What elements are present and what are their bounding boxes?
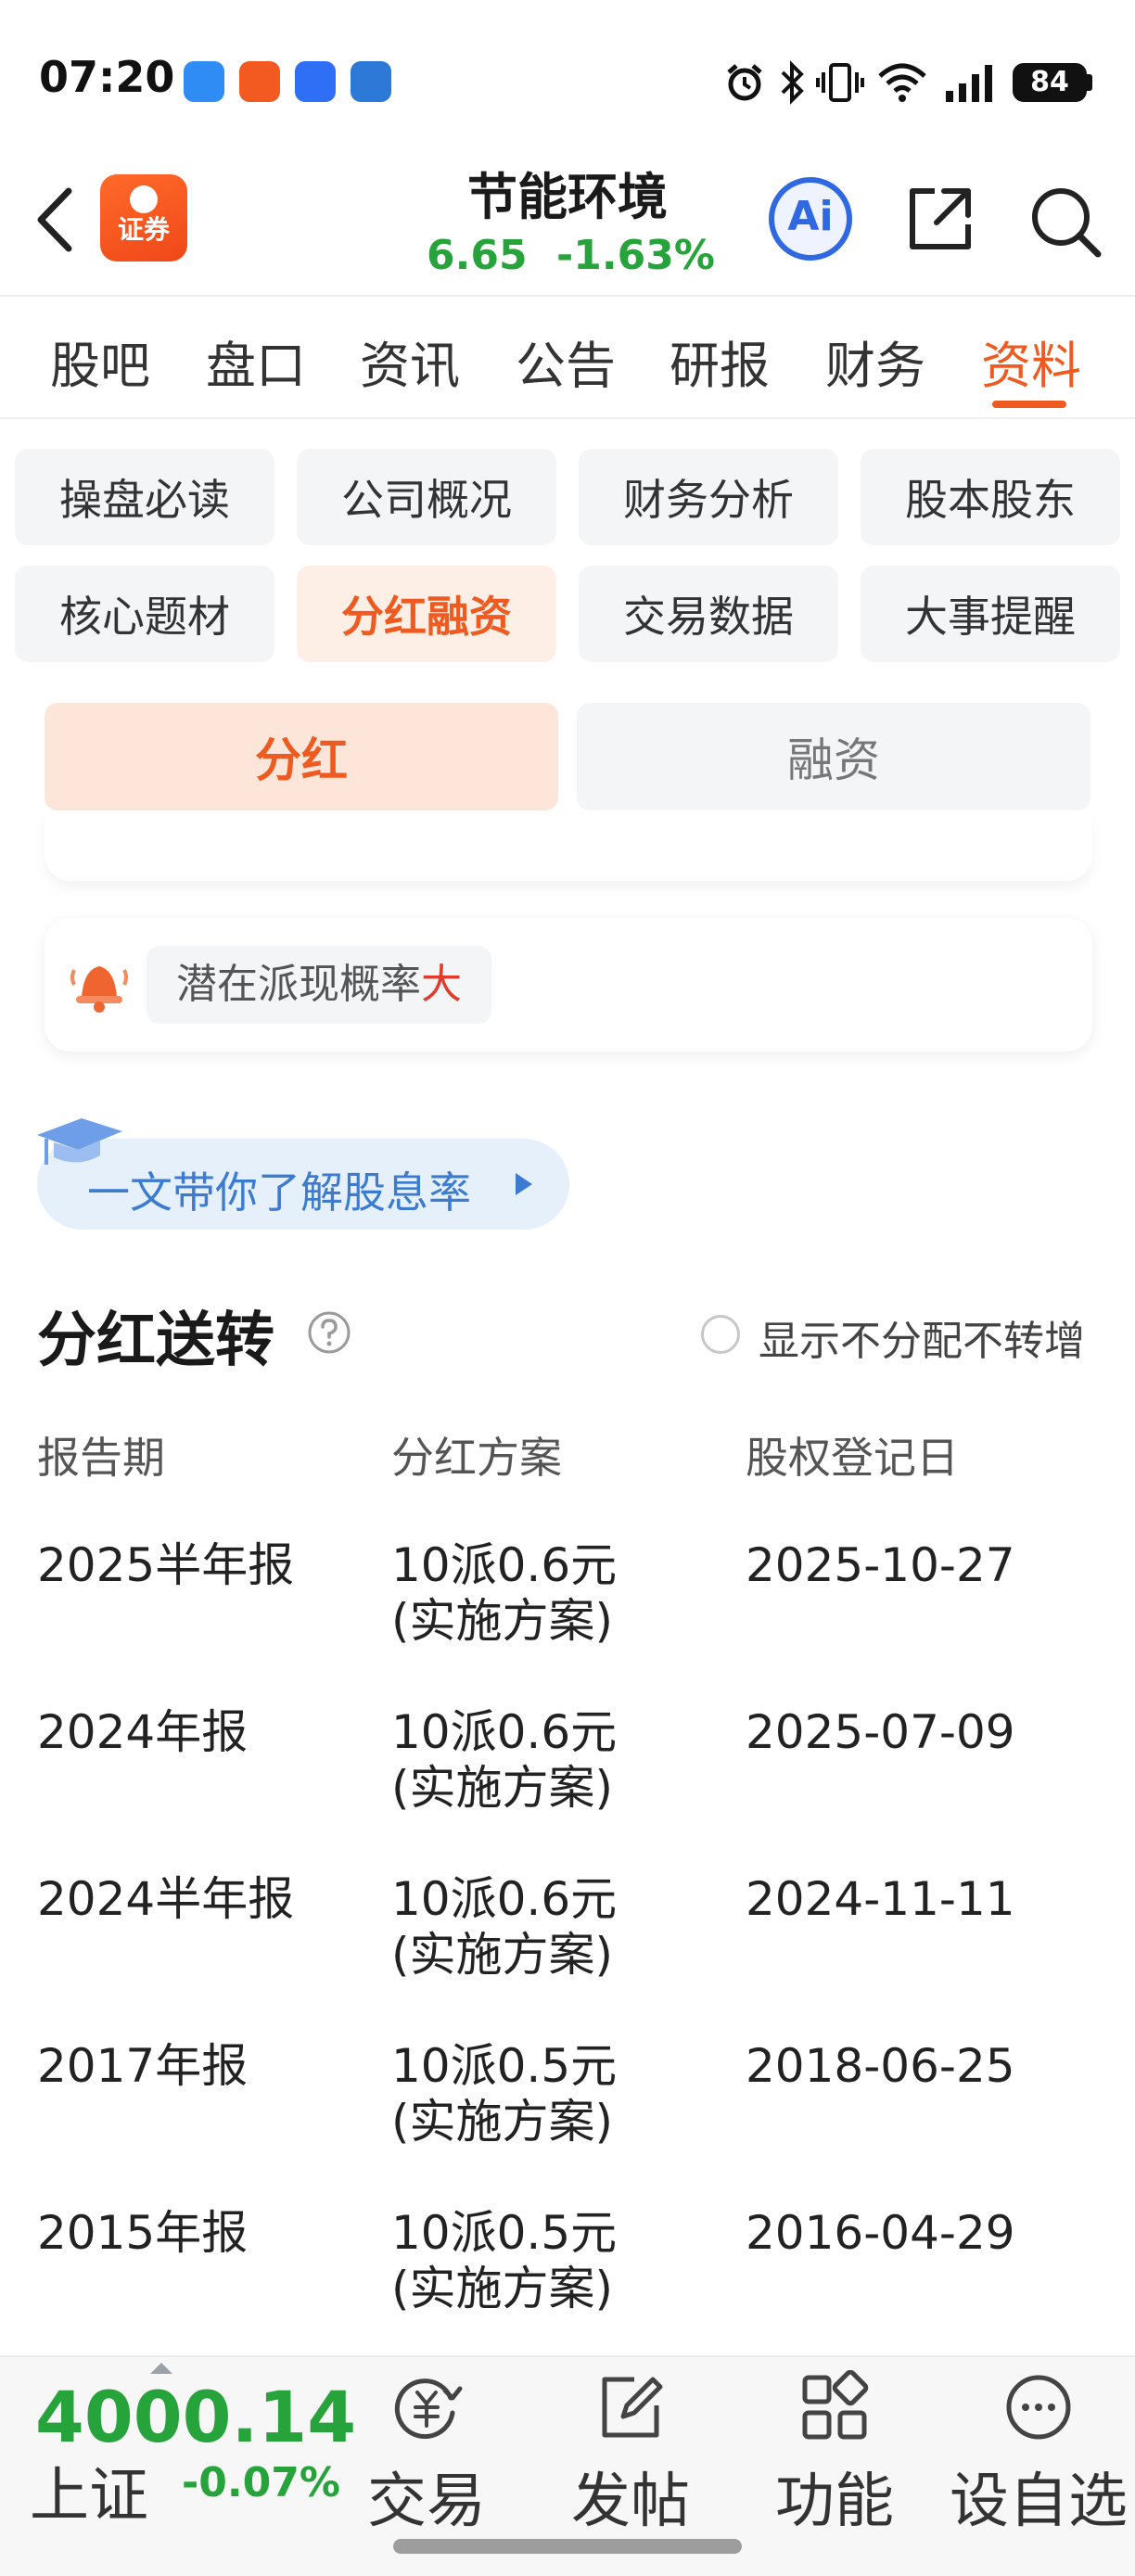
- chip-trading-guide[interactable]: 操盘必读: [15, 449, 274, 545]
- row-plan-status: (实施方案): [391, 1928, 614, 1982]
- vibrate-icon: [816, 63, 864, 102]
- chip-trading-data[interactable]: 交易数据: [579, 566, 838, 662]
- row-plan: 10派0.6元: [391, 1538, 618, 1592]
- column-header-period: 报告期: [37, 1433, 165, 1483]
- ai-label: Ai: [787, 193, 834, 240]
- tab-finance[interactable]: 财务: [825, 325, 925, 398]
- contacts-app-icon: [295, 61, 336, 102]
- dividend-probability-pill: 潜在派现概率大: [147, 946, 491, 1024]
- tabs-divider: [0, 417, 1135, 419]
- chip-financial-analysis[interactable]: 财务分析: [579, 449, 838, 545]
- status-time: 07:20: [39, 52, 175, 102]
- nav-post[interactable]: 发帖: [538, 2370, 723, 2536]
- nav-post-label: 发帖: [571, 2468, 690, 2536]
- stock-change: -1.63%: [556, 232, 715, 279]
- post-icon: [602, 2377, 663, 2438]
- home-indicator[interactable]: [393, 2539, 742, 2554]
- row-plan: 10派0.5元: [391, 2206, 618, 2260]
- index-value[interactable]: 4000.14: [35, 2376, 356, 2458]
- segment-dividend[interactable]: 分红: [45, 703, 558, 810]
- section-title: 分红送转: [37, 1307, 274, 1375]
- row-record-date: 2025-07-09: [746, 1705, 1015, 1759]
- row-record-date: 2016-04-29: [746, 2206, 1015, 2260]
- tab-announcements[interactable]: 公告: [516, 325, 616, 398]
- tab-research[interactable]: 研报: [670, 325, 770, 398]
- securities-app-icon: [239, 61, 280, 102]
- chip-shareholders[interactable]: 股本股东: [861, 449, 1120, 545]
- stock-price: 6.65: [427, 232, 528, 279]
- battery-level: 84: [1030, 66, 1069, 98]
- main-tabs: 股吧 盘口 资讯 公告 研报 财务 资料: [0, 297, 1135, 417]
- search-icon[interactable]: [1026, 182, 1103, 260]
- nav-functions-label: 功能: [775, 2468, 894, 2536]
- chip-core-themes[interactable]: 核心题材: [15, 566, 274, 662]
- help-icon[interactable]: [306, 1309, 352, 1356]
- show-no-distribution-label[interactable]: 显示不分配不转增: [759, 1307, 1085, 1367]
- row-plan: 10派0.5元: [391, 2039, 618, 2093]
- tab-pankou[interactable]: 盘口: [206, 325, 306, 398]
- row-period: 2024半年报: [37, 1872, 295, 1926]
- chip-company-overview[interactable]: 公司概况: [297, 449, 556, 545]
- alarm-icon: [727, 64, 762, 101]
- row-plan: 10派0.6元: [391, 1705, 618, 1759]
- wifi-icon: [878, 63, 926, 102]
- tab-guba[interactable]: 股吧: [50, 325, 150, 398]
- chip-events[interactable]: 大事提醒: [861, 566, 1120, 662]
- index-name[interactable]: 上证: [30, 2448, 148, 2533]
- nav-trade-label: 交易: [367, 2468, 486, 2536]
- row-period: 2017年报: [37, 2039, 249, 2093]
- column-header-record-date: 股权登记日: [746, 1433, 959, 1483]
- play-arrow-icon: [516, 1173, 532, 1195]
- more-icon: [1006, 2375, 1071, 2440]
- bank-app-icon: [351, 61, 391, 102]
- dividend-probability-level: 大: [421, 961, 462, 1008]
- header: 证券 节能环境 6.65 -1.63% Ai: [0, 148, 1135, 297]
- ai-button[interactable]: Ai: [766, 174, 855, 263]
- summary-card-bottom: [45, 814, 1092, 881]
- nav-functions[interactable]: 功能: [742, 2370, 927, 2536]
- row-plan-status: (实施方案): [391, 2095, 614, 2149]
- status-bar: 07:20 84: [0, 0, 1135, 148]
- index-change[interactable]: -0.07%: [182, 2459, 340, 2506]
- learn-banner-text[interactable]: 一文带你了解股息率: [87, 1159, 471, 1220]
- battery-icon: 84: [1013, 63, 1087, 102]
- nav-add-watchlist[interactable]: 设自选: [946, 2370, 1131, 2536]
- index-expand-icon[interactable]: [150, 2363, 172, 2374]
- row-record-date: 2025-10-27: [746, 1538, 1015, 1592]
- signal-icon: [946, 65, 992, 102]
- segment-financing[interactable]: 融资: [577, 703, 1090, 810]
- tab-news[interactable]: 资讯: [360, 325, 460, 398]
- dividend-probability-text: 潜在派现概率: [176, 961, 421, 1008]
- row-plan-status: (实施方案): [391, 1761, 614, 1815]
- bell-icon: [70, 966, 128, 1013]
- row-period: 2025半年报: [37, 1538, 295, 1592]
- tab-active-indicator: [992, 401, 1066, 408]
- row-record-date: 2018-06-25: [746, 2039, 1015, 2093]
- share-icon[interactable]: [903, 182, 977, 256]
- row-period: 2015年报: [37, 2206, 249, 2260]
- apps-icon: [802, 2370, 869, 2440]
- trade-icon: [394, 2378, 463, 2440]
- bluetooth-icon: [781, 60, 804, 105]
- row-plan: 10派0.6元: [391, 1872, 618, 1926]
- nav-trade[interactable]: 交易: [334, 2370, 519, 2536]
- chip-dividends-financing[interactable]: 分红融资: [297, 566, 556, 662]
- nav-add-watchlist-label: 设自选: [950, 2468, 1128, 2536]
- battery-tip: [1087, 74, 1092, 91]
- column-header-plan: 分红方案: [391, 1433, 562, 1483]
- message-app-icon: [184, 61, 224, 102]
- row-period: 2024年报: [37, 1705, 249, 1759]
- show-no-distribution-radio[interactable]: [701, 1315, 740, 1354]
- row-record-date: 2024-11-11: [746, 1872, 1015, 1926]
- row-plan-status: (实施方案): [391, 1594, 614, 1648]
- row-plan-status: (实施方案): [391, 2262, 614, 2315]
- tab-profile[interactable]: 资料: [981, 325, 1081, 398]
